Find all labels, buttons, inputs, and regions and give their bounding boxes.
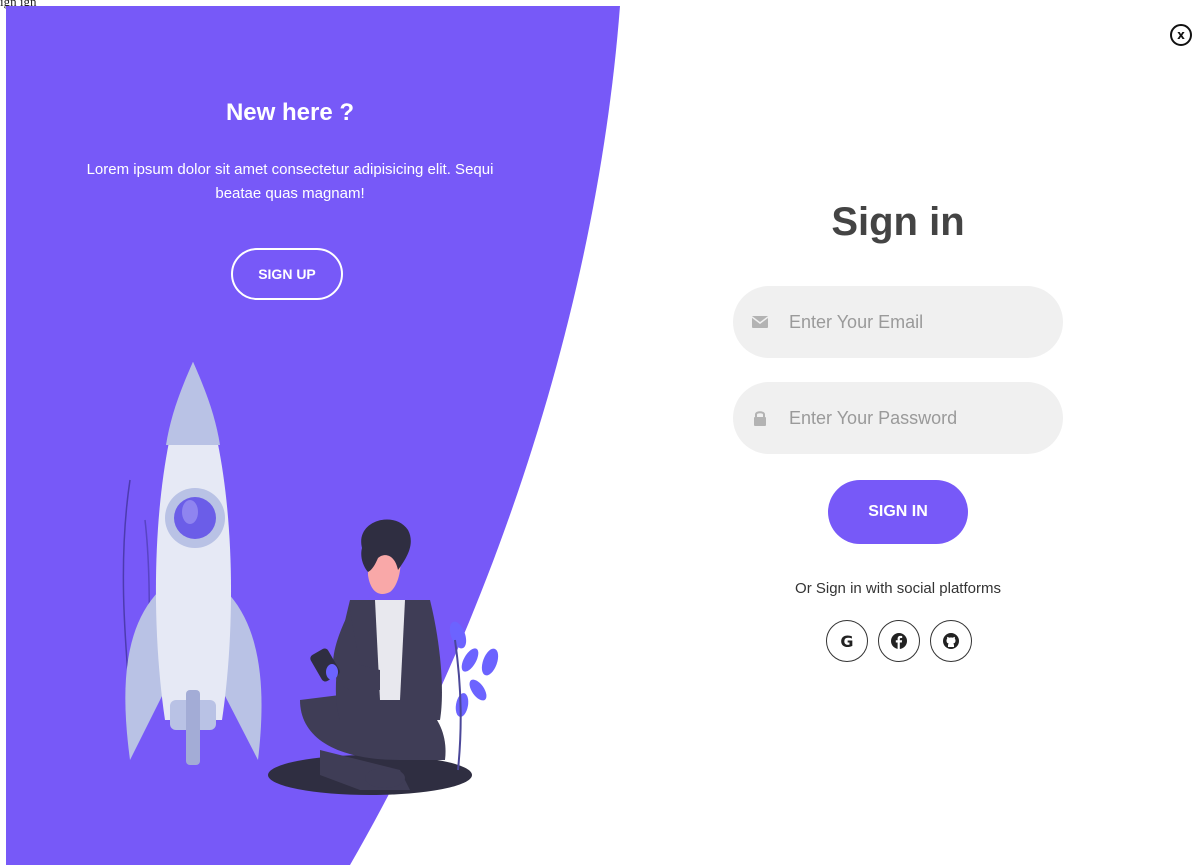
close-button[interactable]: x bbox=[1170, 24, 1192, 46]
social-login-text: Or Sign in with social platforms bbox=[795, 580, 1001, 597]
google-icon: G bbox=[840, 631, 854, 651]
lock-icon bbox=[733, 410, 787, 426]
left-panel: New here ? Lorem ipsum dolor sit amet co… bbox=[0, 0, 580, 865]
sign-in-page: ign ign New here ? Lorem ipsum dolor sit… bbox=[0, 0, 1193, 865]
page-title: Sign in bbox=[831, 200, 965, 244]
sign-up-button[interactable]: SIGN UP bbox=[231, 248, 343, 300]
email-field[interactable] bbox=[787, 310, 1041, 334]
facebook-icon bbox=[891, 633, 907, 649]
social-login-row: G bbox=[826, 620, 972, 662]
github-login-button[interactable] bbox=[930, 620, 972, 662]
email-field-container[interactable] bbox=[733, 286, 1063, 358]
left-panel-title: New here ? bbox=[225, 99, 355, 126]
password-field[interactable] bbox=[787, 406, 1041, 430]
sign-in-button[interactable]: SIGN IN bbox=[828, 480, 968, 544]
password-field-container[interactable] bbox=[733, 382, 1063, 454]
google-login-button[interactable]: G bbox=[826, 620, 868, 662]
left-panel-text: Lorem ipsum dolor sit amet consectetur a… bbox=[86, 161, 494, 202]
facebook-login-button[interactable] bbox=[878, 620, 920, 662]
github-icon bbox=[943, 633, 959, 649]
close-icon: x bbox=[1177, 28, 1185, 42]
envelope-icon bbox=[733, 316, 787, 328]
